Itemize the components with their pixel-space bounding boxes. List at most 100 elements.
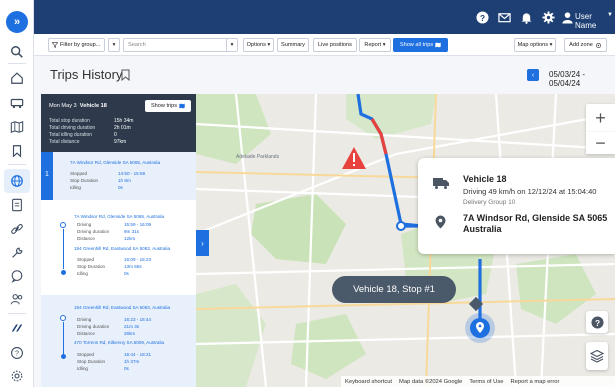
keyboard-shortcut-link[interactable]: Keyboard shortcut [345,379,392,385]
brand-logo-icon [9,320,25,336]
home-icon[interactable] [9,70,25,86]
vehicle-info-card[interactable]: Vehicle 18 Driving 49 km/h on 12/12/24 a… [418,158,615,254]
trip-row-value: 0s [124,366,129,371]
bookmark-icon[interactable] [9,143,25,159]
summary-vehicle: Vehicle 18 [79,103,107,109]
trip-item[interactable]: 194 Greenhill Rd, Eastwood SA 5063, Aust… [41,295,196,387]
options-label: Options [246,42,266,48]
map-layers-button[interactable] [586,342,608,370]
trip-row-label: Distance [77,236,95,241]
summary-label: Total distance [49,139,80,145]
vehicle-address: 7A Windsor Rd, Glenside SA 5065 Australi… [463,213,615,235]
collapse-panel-button[interactable]: › [196,230,209,256]
options-button[interactable]: Options ▾ [243,38,274,52]
summary-date: Mon May 3 Vehicle 18 [49,103,107,109]
app-root: » ? ? User Name ▼ Filter by group... ▾ S… [0,0,615,387]
trip-row-label: Stopped [70,171,88,176]
report-map-error-link[interactable]: Report a map error [510,379,559,385]
trip-row-label: Driving [77,317,92,322]
bookmark-icon[interactable] [121,69,130,81]
wrench-icon[interactable] [9,245,25,261]
date-range[interactable]: 05/03/24 - 05/04/24 [549,70,615,88]
user-icon[interactable] [560,10,574,24]
map-options-button[interactable]: Map options ▾ [514,38,556,52]
chat-icon[interactable] [9,268,25,284]
map-view[interactable]: Adelaide Parklands Vehicle 18, Stop #1 V… [196,94,615,387]
filter-by-group-dropdown[interactable]: Filter by group... [48,38,105,52]
search-input[interactable]: Search [123,38,229,52]
previous-date-button[interactable]: ‹ [527,69,539,81]
expand-menu-icon[interactable]: » [6,11,28,33]
help-icon[interactable]: ? [475,10,489,24]
trip-address: 194 Greenhill Rd, Eastwood SA 5063, Aust… [74,246,171,251]
map-icon [435,42,441,48]
trip-address: 470 Torrens Rd, Kilkenny SA 5009, Austra… [74,340,165,345]
trip-address: 194 Greenhill Rd, Eastwood SA 5063, Aust… [74,305,171,310]
summary-value: 0 [114,132,117,138]
filter-icon [52,42,58,48]
trip-row-label: Driving duration [77,229,110,234]
trip-body: 7A Windsor Rd, Glenside SA 5065, Austral… [53,152,196,200]
map-data-credit: Map data ©2024 Google [399,378,463,385]
address-line-1: 7A Windsor Rd, Glenside SA 5065 [463,213,608,223]
zoom-out-button[interactable]: − [586,132,615,154]
users-icon[interactable] [9,291,25,307]
trip-summary: Mon May 3 Vehicle 18 Show trips Total st… [41,94,196,152]
trip-row-value: 26km [124,331,136,336]
live-positions-button[interactable]: Live positions [313,38,357,52]
trip-row-value: 16:44 - 18:21 [124,352,152,357]
trips-globe-icon[interactable] [4,169,30,193]
zoom-in-button[interactable]: + [586,104,615,132]
map-icon[interactable] [9,119,25,135]
show-trips-button[interactable]: Show trips [145,100,191,112]
chevron-down-icon[interactable]: ▼ [607,12,613,18]
stop-marker-icon[interactable] [464,312,496,346]
bell-icon[interactable] [519,10,533,24]
search-icon[interactable] [9,44,25,60]
stop-tooltip: Vehicle 18, Stop #1 [332,276,456,303]
location-pin-icon [435,215,446,229]
add-zone-button[interactable]: Add zone [564,38,607,52]
truck-icon [433,178,449,189]
map-help-button[interactable]: ? [586,311,608,333]
gear-icon[interactable] [541,10,555,24]
trip-number: 1 [45,171,49,178]
summary-label: Total driving duration [49,125,96,131]
address-line-2: Australia [463,224,502,234]
rail-divider [8,63,26,64]
help-circle-icon[interactable]: ? [9,345,25,361]
trip-start-marker [60,222,66,228]
svg-text:?: ? [15,351,19,358]
vehicle-group: Delivery Group 10 [463,199,516,206]
mail-icon[interactable] [497,10,511,24]
trip-row-label: Driving [77,222,92,227]
link-icon[interactable] [9,221,25,237]
map-icon [179,103,185,109]
chevron-down-icon[interactable]: ▾ [226,38,238,52]
map-place-label: Adelaide Parklands [236,154,280,160]
vehicle-icon[interactable] [9,95,25,111]
trip-connector [63,229,64,269]
rail-divider [8,164,26,165]
trip-row-value: 21m 3s [124,324,140,329]
trip-row-value: 16:23 - 16:44 [124,317,152,322]
chevron-down-icon[interactable]: ▾ [108,38,120,52]
top-bar: ? User Name ▼ [34,0,615,34]
trip-item[interactable]: 7A Windsor Rd, Glenside SA 5065, Austral… [41,200,196,295]
summary-value: 97km [114,139,127,145]
terms-of-use-link[interactable]: Terms of Use [469,379,503,385]
document-icon[interactable] [9,197,25,213]
trip-row-label: Idling [77,271,88,276]
show-trips-label: Show trips [150,103,178,109]
summary-button[interactable]: Summary [277,38,309,52]
trip-row-label: Stopped [77,352,95,357]
report-button[interactable]: Report ▾ [359,38,391,52]
settings-icon[interactable] [9,368,25,384]
report-label: Report [364,42,382,48]
show-all-trips-button[interactable]: Show all trips [393,38,448,52]
trip-item-selected[interactable]: 1 7A Windsor Rd, Glenside SA 5065, Austr… [41,152,196,200]
trip-start-marker [60,315,66,321]
map-attribution: Keyboard shortcut Map data ©2024 Google … [341,376,615,387]
summary-value: 15h 34m [114,118,134,124]
trip-row-value: 1h 8m [118,178,131,183]
